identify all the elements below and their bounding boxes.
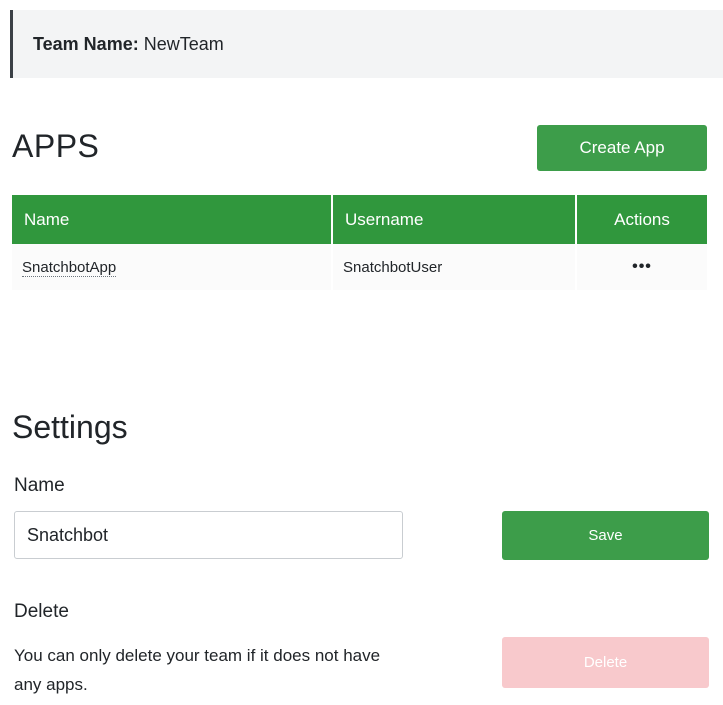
column-header-name: Name — [12, 195, 333, 244]
team-name-input[interactable] — [14, 511, 403, 559]
create-app-button[interactable]: Create App — [537, 125, 707, 171]
team-name-banner: Team Name: NewTeam — [10, 10, 723, 78]
more-actions-icon[interactable]: ••• — [577, 244, 707, 290]
team-name-label: Team Name: — [33, 33, 139, 54]
apps-heading: APPS — [12, 128, 100, 164]
app-name-cell: SnatchbotApp — [12, 244, 333, 290]
table-row: SnatchbotApp SnatchbotUser ••• — [12, 244, 707, 290]
app-username-cell: SnatchbotUser — [333, 244, 577, 290]
name-field-label: Name — [14, 475, 65, 496]
settings-heading: Settings — [12, 409, 128, 445]
column-header-username: Username — [333, 195, 577, 244]
save-button[interactable]: Save — [502, 511, 709, 560]
apps-table-header-row: Name Username Actions — [12, 195, 707, 244]
team-name-value: NewTeam — [143, 33, 224, 54]
delete-section-label: Delete — [14, 601, 69, 622]
delete-description: You can only delete your team if it does… — [14, 646, 381, 694]
app-name-link[interactable]: SnatchbotApp — [22, 258, 117, 277]
column-header-actions: Actions — [577, 195, 707, 244]
delete-button[interactable]: Delete — [502, 637, 709, 688]
apps-table: Name Username Actions SnatchbotApp Snatc… — [12, 195, 707, 290]
